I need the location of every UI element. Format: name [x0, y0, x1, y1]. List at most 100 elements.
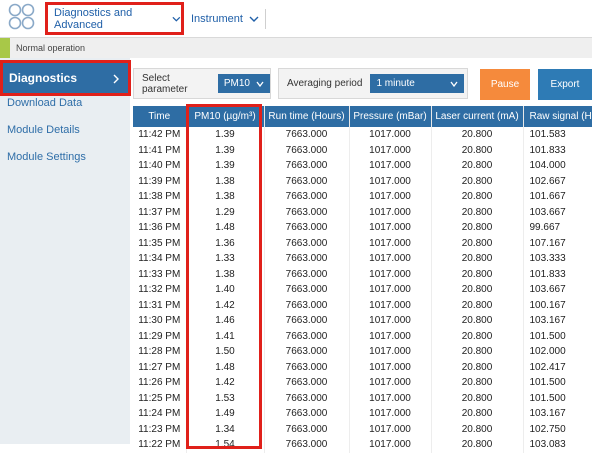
pm10-cell: 1.41: [186, 328, 265, 344]
column-header-run-time[interactable]: Run time (Hours): [264, 106, 350, 127]
sidebar-item-diagnostics[interactable]: Diagnostics: [0, 60, 131, 96]
parameter-select[interactable]: PM10: [217, 74, 270, 93]
laser-current-cell: 20.800: [431, 235, 524, 251]
table-row[interactable]: 11:39 PM 1.38 7663.000 1017.000 20.800 102.66…: [133, 173, 592, 189]
raw-signal-cell: 103.167: [523, 406, 592, 422]
pressure-cell: 1017.000: [349, 173, 432, 189]
time-cell: 11:36 PM: [133, 220, 187, 236]
time-cell: 11:41 PM: [133, 142, 187, 158]
run-time-cell: 7663.000: [264, 142, 350, 158]
laser-current-cell: 20.800: [431, 313, 524, 329]
pressure-cell: 1017.000: [349, 375, 432, 391]
sidebar-item-module-settings[interactable]: Module Settings: [7, 151, 86, 163]
app-logo-icon: [8, 3, 35, 30]
main-content: Select parameter PM10 Averaging period 1…: [130, 58, 592, 453]
raw-signal-cell: 101.833: [523, 142, 592, 158]
column-header-raw-signal[interactable]: Raw signal (Hz): [523, 106, 592, 127]
averaging-label: Averaging period: [287, 78, 363, 89]
run-time-cell: 7663.000: [264, 173, 350, 189]
pressure-cell: 1017.000: [349, 297, 432, 313]
export-button[interactable]: Export: [538, 69, 592, 100]
pm10-cell: 1.39: [186, 127, 265, 143]
pm10-cell: 1.38: [186, 173, 265, 189]
pressure-cell: 1017.000: [349, 437, 432, 453]
nav-instrument-label: Instrument: [191, 13, 243, 25]
table-row[interactable]: 11:42 PM 1.39 7663.000 1017.000 20.800 101.58…: [133, 127, 592, 143]
table-row[interactable]: 11:32 PM 1.40 7663.000 1017.000 20.800 103.66…: [133, 282, 592, 298]
top-bar: Diagnostics and Advanced Instrument: [0, 0, 592, 38]
time-cell: 11:39 PM: [133, 173, 187, 189]
table-row[interactable]: 11:40 PM 1.39 7663.000 1017.000 20.800 104.00…: [133, 158, 592, 174]
table-row[interactable]: 11:34 PM 1.33 7663.000 1017.000 20.800 103.33…: [133, 251, 592, 267]
time-cell: 11:29 PM: [133, 328, 187, 344]
raw-signal-cell: 107.167: [523, 235, 592, 251]
column-header-pressure[interactable]: Pressure (mBar): [349, 106, 432, 127]
sidebar-item-download-data[interactable]: Download Data: [7, 97, 82, 109]
pm10-cell: 1.49: [186, 406, 265, 422]
parameter-label: Select parameter: [142, 72, 188, 95]
nav-instrument-dropdown[interactable]: Instrument: [191, 9, 266, 29]
raw-signal-cell: 103.667: [523, 282, 592, 298]
table-row[interactable]: 11:27 PM 1.48 7663.000 1017.000 20.800 102.41…: [133, 359, 592, 375]
pm10-cell: 1.33: [186, 251, 265, 267]
pressure-cell: 1017.000: [349, 220, 432, 236]
time-cell: 11:37 PM: [133, 204, 187, 220]
pause-button[interactable]: Pause: [480, 69, 530, 100]
pm10-cell: 1.42: [186, 297, 265, 313]
nav-diagnostics-advanced-dropdown[interactable]: Diagnostics and Advanced: [45, 2, 184, 35]
time-cell: 11:42 PM: [133, 127, 187, 143]
time-cell: 11:23 PM: [133, 421, 187, 437]
chevron-down-icon: [172, 16, 181, 22]
table-row[interactable]: 11:22 PM 1.54 7663.000 1017.000 20.800 103.08…: [133, 437, 592, 453]
table-row[interactable]: 11:25 PM 1.53 7663.000 1017.000 20.800 101.50…: [133, 390, 592, 406]
table-row[interactable]: 11:28 PM 1.50 7663.000 1017.000 20.800 102.00…: [133, 344, 592, 360]
sidebar-item-label: Diagnostics: [9, 71, 78, 85]
pm10-cell: 1.38: [186, 266, 265, 282]
table-row[interactable]: 11:36 PM 1.48 7663.000 1017.000 20.800 99.667: [133, 220, 592, 236]
column-header-laser-current[interactable]: Laser current (mA): [431, 106, 524, 127]
parameter-control: Select parameter PM10: [133, 68, 271, 99]
laser-current-cell: 20.800: [431, 421, 524, 437]
run-time-cell: 7663.000: [264, 375, 350, 391]
raw-signal-cell: 101.500: [523, 375, 592, 391]
table-row[interactable]: 11:24 PM 1.49 7663.000 1017.000 20.800 103.16…: [133, 406, 592, 422]
pressure-cell: 1017.000: [349, 282, 432, 298]
pressure-cell: 1017.000: [349, 359, 432, 375]
averaging-select[interactable]: 1 minute: [370, 74, 465, 93]
table-row[interactable]: 11:41 PM 1.39 7663.000 1017.000 20.800 101.83…: [133, 142, 592, 158]
table-row[interactable]: 11:26 PM 1.42 7663.000 1017.000 20.800 101.50…: [133, 375, 592, 391]
sidebar-item-module-details[interactable]: Module Details: [7, 124, 80, 136]
laser-current-cell: 20.800: [431, 266, 524, 282]
pm10-cell: 1.42: [186, 375, 265, 391]
time-cell: 11:24 PM: [133, 406, 187, 422]
pressure-cell: 1017.000: [349, 189, 432, 205]
table-row[interactable]: 11:30 PM 1.46 7663.000 1017.000 20.800 103.16…: [133, 313, 592, 329]
time-cell: 11:27 PM: [133, 359, 187, 375]
table-row[interactable]: 11:23 PM 1.34 7663.000 1017.000 20.800 102.75…: [133, 421, 592, 437]
raw-signal-cell: 103.667: [523, 204, 592, 220]
table-row[interactable]: 11:38 PM 1.38 7663.000 1017.000 20.800 101.66…: [133, 189, 592, 205]
run-time-cell: 7663.000: [264, 127, 350, 143]
pressure-cell: 1017.000: [349, 328, 432, 344]
laser-current-cell: 20.800: [431, 390, 524, 406]
status-bar: Normal operation: [0, 38, 592, 58]
raw-signal-cell: 99.667: [523, 220, 592, 236]
raw-signal-cell: 100.167: [523, 297, 592, 313]
table-row[interactable]: 11:31 PM 1.42 7663.000 1017.000 20.800 100.16…: [133, 297, 592, 313]
raw-signal-cell: 103.333: [523, 251, 592, 267]
table-row[interactable]: 11:29 PM 1.41 7663.000 1017.000 20.800 101.50…: [133, 328, 592, 344]
column-header-time[interactable]: Time: [133, 106, 187, 127]
column-header-pm10[interactable]: PM10 (µg/m³): [186, 106, 265, 127]
pm10-cell: 1.29: [186, 204, 265, 220]
table-header-row: Time PM10 (µg/m³) Run time (Hours) Press…: [133, 106, 592, 127]
sidebar-item-label: Download Data: [7, 97, 83, 109]
table-row[interactable]: 11:35 PM 1.36 7663.000 1017.000 20.800 107.16…: [133, 235, 592, 251]
run-time-cell: 7663.000: [264, 282, 350, 298]
run-time-cell: 7663.000: [264, 251, 350, 267]
table-row[interactable]: 11:37 PM 1.29 7663.000 1017.000 20.800 103.66…: [133, 204, 592, 220]
laser-current-cell: 20.800: [431, 375, 524, 391]
pressure-cell: 1017.000: [349, 390, 432, 406]
table-row[interactable]: 11:33 PM 1.38 7663.000 1017.000 20.800 101.83…: [133, 266, 592, 282]
run-time-cell: 7663.000: [264, 437, 350, 453]
pressure-cell: 1017.000: [349, 204, 432, 220]
